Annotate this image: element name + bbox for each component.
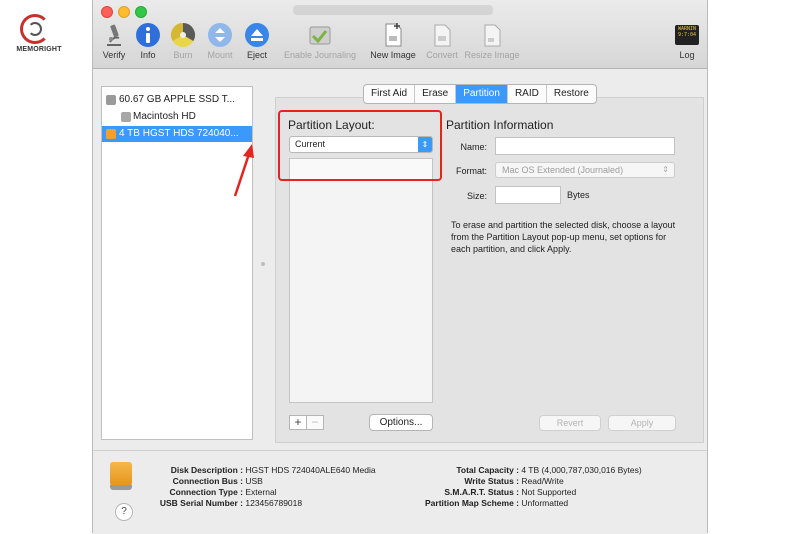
annotation-highlight-box	[278, 110, 442, 181]
partition-map-scheme-row: Partition Map Scheme : Unformatted	[385, 498, 568, 509]
size-field[interactable]	[495, 186, 561, 204]
chevron-updown-icon: ⇕	[662, 165, 669, 174]
tab-raid[interactable]: RAID	[508, 85, 547, 103]
info-value: 123456789018	[245, 498, 303, 508]
info-value: Read/Write	[521, 476, 564, 486]
burn-button[interactable]: Burn	[167, 20, 199, 66]
write-status-row: Write Status : Read/Write	[385, 476, 564, 487]
info-key: Disk Description :	[170, 465, 243, 475]
revert-button[interactable]: Revert	[539, 415, 601, 431]
disk-row-apple-ssd[interactable]: 60.67 GB APPLE SSD T...	[102, 92, 252, 108]
toolbar: Verify Info Burn Mount Eject Enable Jour…	[93, 0, 707, 69]
info-key: USB Serial Number :	[159, 498, 243, 508]
tab-first-aid[interactable]: First Aid	[364, 85, 416, 103]
connection-bus-row: Connection Bus : USB	[93, 476, 263, 487]
info-icon	[136, 23, 160, 47]
log-label: Log	[679, 50, 695, 60]
volume-label: Macintosh HD	[133, 111, 196, 122]
mount-label: Mount	[207, 50, 233, 60]
log-badge: WARNIN 9:7:04	[677, 26, 697, 38]
apply-button[interactable]: Apply	[608, 415, 676, 431]
disk-label: 60.67 GB APPLE SSD T...	[119, 94, 235, 105]
close-window-button[interactable]	[101, 6, 113, 18]
info-key: Connection Type :	[169, 487, 243, 497]
minimize-window-button[interactable]	[118, 6, 130, 18]
logo-text: MEMORIGHT	[16, 46, 62, 53]
resize-image-icon	[484, 24, 501, 47]
annotation-arrow	[233, 144, 254, 197]
info-key: Connection Bus :	[172, 476, 243, 486]
connection-type-row: Connection Type : External	[93, 487, 277, 498]
add-partition-button[interactable]: +	[289, 415, 307, 430]
convert-label: Convert	[426, 50, 458, 60]
burn-icon	[170, 22, 196, 47]
info-button[interactable]: Info	[133, 20, 163, 66]
disk-utility-window: Verify Info Burn Mount Eject Enable Jour…	[92, 0, 708, 534]
options-button[interactable]: Options...	[369, 414, 433, 431]
tab-bar: First Aid Erase Partition RAID Restore	[363, 84, 597, 104]
info-value: HGST HDS 724040ALE640 Media	[245, 465, 376, 475]
window-title	[293, 5, 493, 15]
eject-icon	[245, 23, 269, 47]
info-key: Total Capacity :	[456, 465, 519, 475]
zoom-window-button[interactable]	[135, 6, 147, 18]
splitter-handle[interactable]	[261, 262, 265, 266]
external-disk-icon	[106, 129, 116, 139]
size-unit-label: Bytes	[567, 190, 590, 200]
new-image-button[interactable]: New Image	[365, 20, 421, 66]
resize-image-button[interactable]: Resize Image	[463, 20, 521, 66]
tab-erase[interactable]: Erase	[415, 85, 457, 103]
enable-journaling-button[interactable]: Enable Journaling	[279, 20, 361, 66]
total-capacity-row: Total Capacity : 4 TB (4,000,787,030,016…	[385, 465, 642, 476]
remove-partition-button[interactable]: −	[306, 415, 324, 430]
name-label: Name:	[460, 142, 487, 152]
info-value: Not Supported	[521, 487, 577, 497]
new-image-icon	[385, 23, 402, 47]
resize-image-label: Resize Image	[464, 50, 520, 60]
disk-description-row: Disk Description : HGST HDS 724040ALE640…	[93, 465, 376, 476]
partition-map-graph[interactable]	[289, 158, 433, 403]
name-field[interactable]	[495, 137, 675, 155]
info-value: Unformatted	[521, 498, 569, 508]
partition-information-title: Partition Information	[446, 118, 554, 132]
info-key: S.M.A.R.T. Status :	[444, 487, 519, 497]
smart-status-row: S.M.A.R.T. Status : Not Supported	[385, 487, 576, 498]
tab-restore[interactable]: Restore	[547, 85, 596, 103]
microscope-icon	[107, 24, 121, 46]
burn-label: Burn	[173, 50, 193, 60]
info-value: USB	[245, 476, 263, 486]
mount-button[interactable]: Mount	[203, 20, 237, 66]
log-button[interactable]: WARNIN 9:7:04 Log	[671, 20, 703, 66]
convert-icon	[434, 24, 451, 47]
info-label: Info	[140, 50, 156, 60]
internal-disk-icon	[106, 95, 116, 105]
new-image-label: New Image	[370, 50, 416, 60]
mount-icon	[208, 23, 232, 47]
eject-button[interactable]: Eject	[241, 20, 273, 66]
format-value: Mac OS Extended (Journaled)	[502, 165, 624, 175]
eject-label: Eject	[246, 50, 267, 60]
partition-help-text: To erase and partition the selected disk…	[451, 220, 676, 254]
volume-row-macintosh-hd[interactable]: Macintosh HD	[102, 109, 252, 125]
convert-button[interactable]: Convert	[423, 20, 461, 66]
volume-icon	[121, 112, 131, 122]
info-key: Write Status :	[464, 476, 519, 486]
enable-journaling-label: Enable Journaling	[283, 50, 357, 60]
info-key: Partition Map Scheme :	[425, 498, 519, 508]
format-select[interactable]: Mac OS Extended (Journaled) ⇕	[495, 162, 675, 178]
format-label: Format:	[455, 166, 487, 176]
journaling-icon	[309, 26, 331, 45]
tab-partition[interactable]: Partition	[456, 85, 508, 103]
memoright-logo: MEMORIGHT	[6, 14, 68, 58]
verify-label: Verify	[102, 50, 126, 60]
disk-label: 4 TB HGST HDS 724040...	[119, 128, 239, 139]
info-value: 4 TB (4,000,787,030,016 Bytes)	[521, 465, 642, 475]
verify-button[interactable]: Verify	[97, 20, 131, 66]
size-label: Size:	[466, 191, 487, 201]
info-value: External	[245, 487, 277, 497]
usb-serial-row: USB Serial Number : 123456789018	[93, 498, 302, 509]
